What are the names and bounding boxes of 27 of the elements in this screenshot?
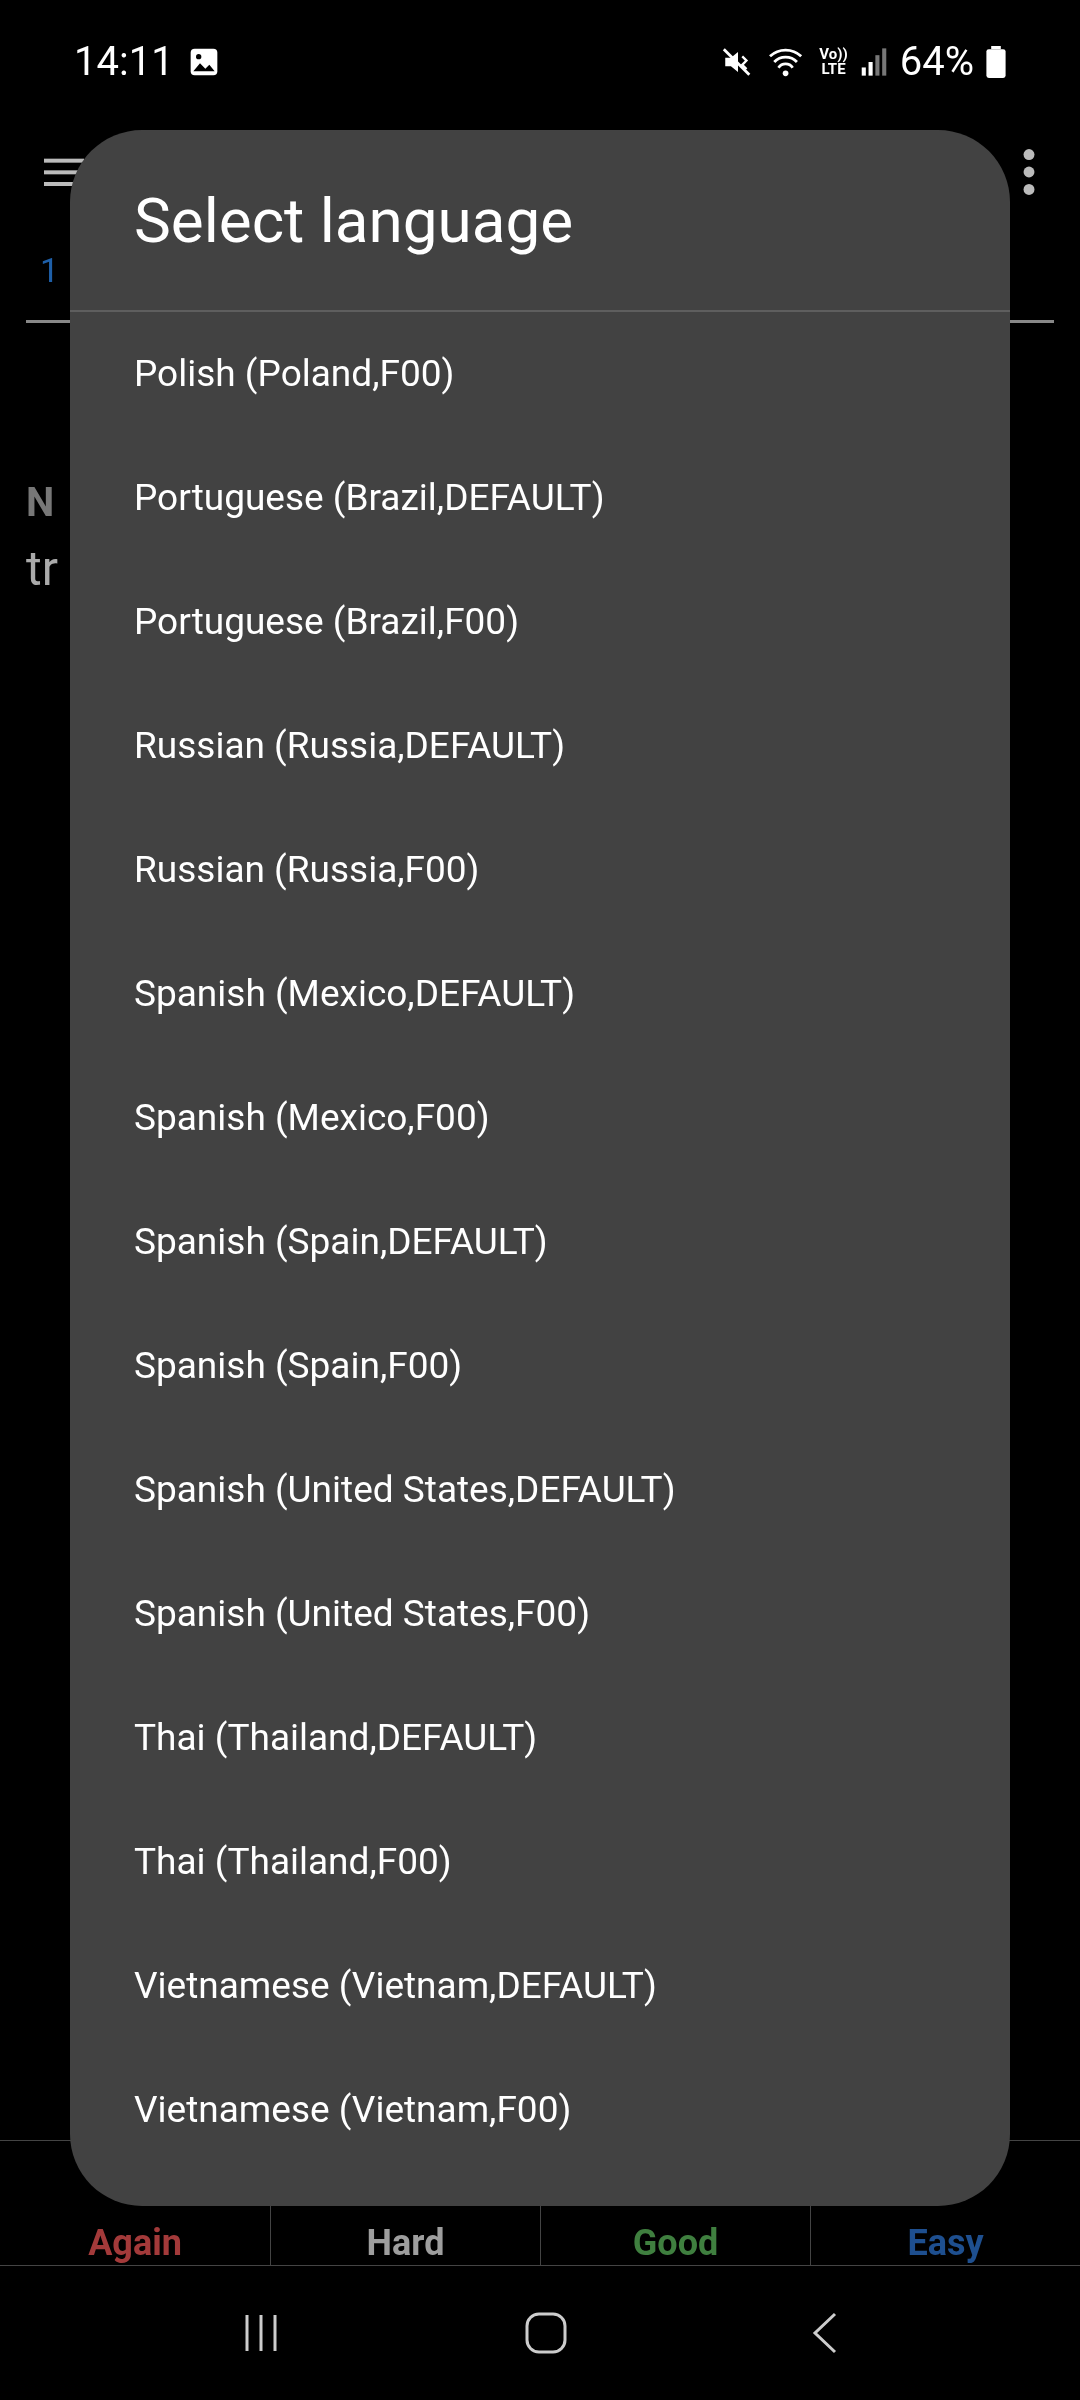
language-option[interactable]: Spanish (Spain,F00) (70, 1304, 1010, 1428)
language-option[interactable]: Vietnamese (Vietnam,DEFAULT) (70, 1924, 1010, 2048)
language-option[interactable]: Spanish (United States,F00) (70, 1552, 1010, 1676)
card-heading: N (26, 478, 55, 528)
due-count: 1 (40, 248, 60, 292)
card-text: tr (26, 539, 58, 599)
status-time: 14:11 (74, 37, 174, 87)
lte-label: LTE (821, 62, 846, 77)
language-option[interactable]: Russian (Russia,DEFAULT) (70, 684, 1010, 808)
signal-icon (859, 47, 888, 77)
language-option[interactable]: Spanish (Spain,DEFAULT) (70, 1180, 1010, 1304)
language-option[interactable]: Thai (Thailand,DEFAULT) (70, 1676, 1010, 1800)
home-icon[interactable] (524, 2311, 568, 2355)
volte-label: Vo)) (819, 47, 848, 62)
language-option[interactable]: Spanish (Mexico,F00) (70, 1056, 1010, 1180)
language-option[interactable]: Russian (Russia,F00) (70, 808, 1010, 932)
language-option[interactable]: Polish (Poland,F00) (70, 312, 1010, 436)
language-option[interactable]: Thai (Thailand,F00) (70, 1800, 1010, 1924)
more-options-icon[interactable] (1022, 148, 1036, 196)
battery-icon (986, 46, 1006, 78)
back-icon[interactable] (810, 2311, 839, 2355)
battery-percent: 64% (899, 37, 974, 87)
language-option[interactable]: Spanish (United States,DEFAULT) (70, 1428, 1010, 1552)
language-option[interactable]: Spanish (Mexico,DEFAULT) (70, 932, 1010, 1056)
language-option[interactable]: Portuguese (Brazil,F00) (70, 560, 1010, 684)
language-option[interactable]: Portuguese (Brazil,DEFAULT) (70, 436, 1010, 560)
dialog-title: Select language (134, 182, 574, 259)
